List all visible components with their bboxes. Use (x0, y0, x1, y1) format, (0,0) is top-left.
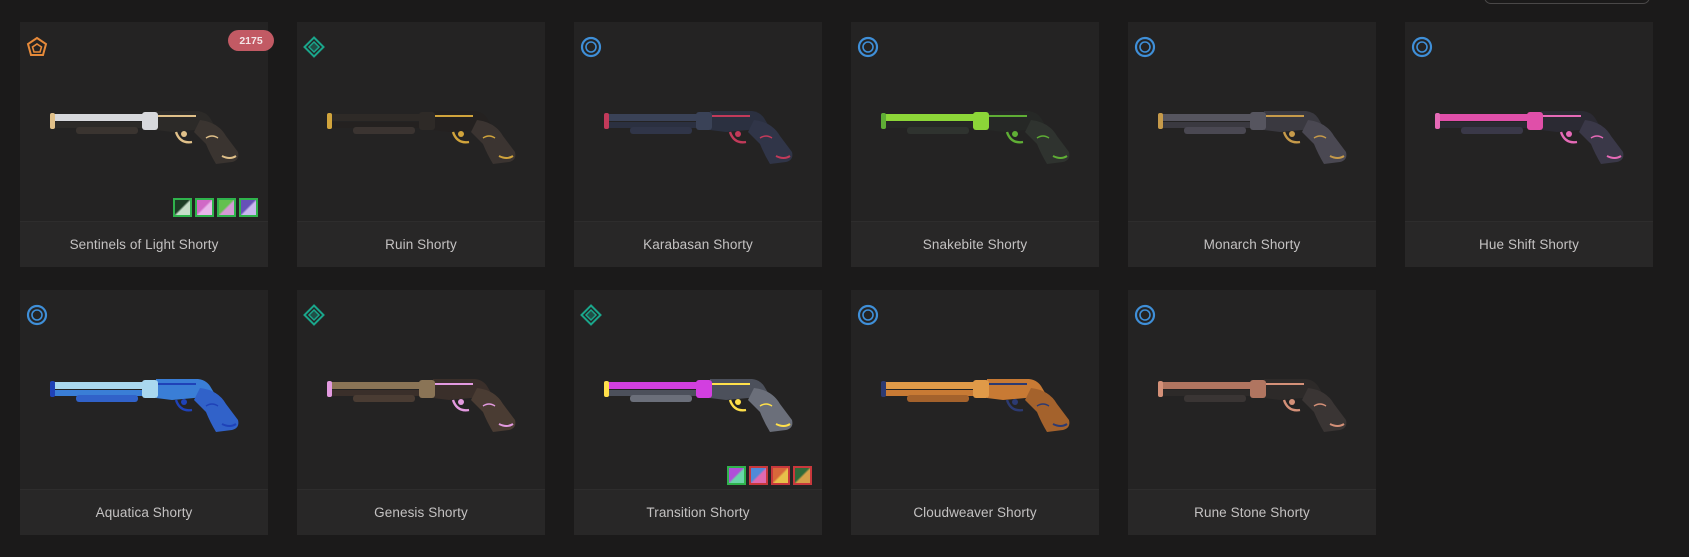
skin-name: Cloudweaver Shorty (851, 489, 1099, 535)
select-ring-icon (26, 304, 48, 326)
skin-name: Genesis Shorty (297, 489, 545, 535)
chroma-swatch[interactable] (793, 466, 812, 485)
skin-card[interactable]: Rune Stone Shorty (1128, 290, 1376, 535)
skin-card[interactable]: Hue Shift Shorty (1405, 22, 1653, 267)
skin-art-area (1128, 290, 1376, 490)
skin-art-area (297, 290, 545, 490)
shotgun-image (1158, 111, 1347, 164)
skin-card[interactable]: Ruin Shorty (297, 22, 545, 267)
premium-diamond-icon (580, 304, 602, 326)
skin-art-area (1128, 22, 1376, 222)
chroma-swatch[interactable] (195, 198, 214, 217)
chroma-swatches (173, 198, 258, 217)
skin-card[interactable]: Cloudweaver Shorty (851, 290, 1099, 535)
chroma-swatch[interactable] (173, 198, 192, 217)
skin-name: Transition Shorty (574, 489, 822, 535)
skin-name: Hue Shift Shorty (1405, 221, 1653, 267)
select-ring-icon (1134, 36, 1156, 58)
skin-name: Monarch Shorty (1128, 221, 1376, 267)
skin-card[interactable]: 2175 Sentinels of Light Shorty (20, 22, 274, 267)
shotgun-image (327, 111, 516, 164)
shotgun-image (604, 379, 793, 432)
select-ring-icon (857, 304, 879, 326)
skin-card[interactable]: Karabasan Shorty (574, 22, 822, 267)
shotgun-image (50, 379, 239, 432)
shotgun-image (881, 379, 1070, 432)
chroma-swatch[interactable] (217, 198, 236, 217)
skins-page: 2175 Sentinels of Light Shorty Ruin Shorty… (0, 0, 1689, 557)
select-ring-icon (857, 36, 879, 58)
skin-card[interactable]: Genesis Shorty (297, 290, 545, 535)
skin-art-area (851, 22, 1099, 222)
skin-art-area (297, 22, 545, 222)
shotgun-image (1158, 379, 1347, 432)
chroma-swatch[interactable] (727, 466, 746, 485)
skin-grid: 2175 Sentinels of Light Shorty Ruin Shorty… (20, 22, 1653, 535)
skin-name: Aquatica Shorty (20, 489, 268, 535)
top-filter-control[interactable] (1484, 0, 1650, 4)
chroma-swatch[interactable] (771, 466, 790, 485)
shotgun-image (1435, 111, 1624, 164)
shotgun-image (50, 111, 239, 164)
skin-card[interactable]: Snakebite Shorty (851, 22, 1099, 267)
skin-art-area (574, 22, 822, 222)
shotgun-image (881, 111, 1070, 164)
chroma-swatches (727, 466, 812, 485)
skin-name: Karabasan Shorty (574, 221, 822, 267)
price-badge: 2175 (228, 30, 274, 51)
chroma-swatch[interactable] (239, 198, 258, 217)
skin-art-area (20, 290, 268, 490)
shotgun-image (604, 111, 793, 164)
skin-name: Sentinels of Light Shorty (20, 221, 268, 267)
skin-name: Ruin Shorty (297, 221, 545, 267)
skin-art-area (1405, 22, 1653, 222)
chroma-swatch[interactable] (749, 466, 768, 485)
skin-card[interactable]: Monarch Shorty (1128, 22, 1376, 267)
select-ring-icon (580, 36, 602, 58)
skin-name: Snakebite Shorty (851, 221, 1099, 267)
select-ring-icon (1411, 36, 1433, 58)
skin-art-area (851, 290, 1099, 490)
ultra-edition-pentagon-icon (26, 36, 48, 56)
premium-diamond-icon (303, 304, 325, 326)
shotgun-image (327, 379, 516, 432)
skin-art-area: 2175 (20, 22, 274, 222)
premium-diamond-icon (303, 36, 325, 58)
skin-art-area (574, 290, 822, 490)
select-ring-icon (1134, 304, 1156, 326)
skin-card[interactable]: Transition Shorty (574, 290, 822, 535)
skin-card[interactable]: Aquatica Shorty (20, 290, 268, 535)
skin-name: Rune Stone Shorty (1128, 489, 1376, 535)
